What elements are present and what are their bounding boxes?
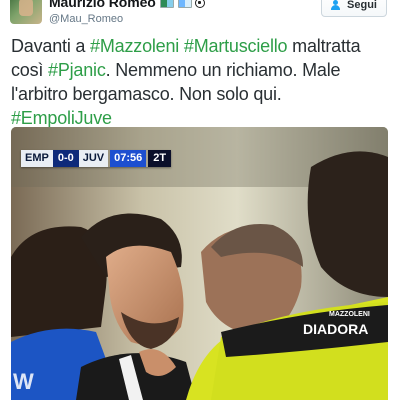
tweet-line: l'arbitro bergamasco. Non solo qui. xyxy=(11,82,396,106)
match-score: 0-0 xyxy=(52,150,79,167)
display-name[interactable]: Maurizio Romeo xyxy=(49,0,156,10)
user-names: Maurizio Romeo @Mau_Romeo xyxy=(49,0,205,25)
avatar[interactable] xyxy=(10,0,42,24)
tweet-line: Davanti a #Mazzoleni #Martusciello maltr… xyxy=(11,34,396,58)
match-clock: 07:56 xyxy=(110,150,147,167)
tweet-text-segment: Davanti a xyxy=(11,36,91,56)
tweet-line: così #Pjanic. Nemmeno un richiamo. Male xyxy=(11,58,396,82)
flag-icon xyxy=(177,0,192,8)
hashtag-link[interactable]: #EmpoliJuve xyxy=(11,108,112,128)
score-bug: EMP 0-0 JUV 07:56 2T xyxy=(21,150,172,167)
jersey-brand: DIADORA xyxy=(303,321,368,337)
tweet-header: Maurizio Romeo @Mau_Romeo Segui xyxy=(0,0,400,28)
flag-icon xyxy=(159,0,174,8)
hashtag-link[interactable]: #Mazzoleni xyxy=(90,36,179,56)
tweet-text-segment: l'arbitro bergamasco. Non solo qui. xyxy=(11,84,282,104)
hashtag-link[interactable]: #Martusciello xyxy=(184,36,288,56)
follow-button-label: Segui xyxy=(347,0,377,11)
left-player-shirt-mark: W xyxy=(13,369,34,394)
away-team: JUV xyxy=(78,150,109,167)
soccer-ball-icon xyxy=(194,0,205,8)
user-handle[interactable]: @Mau_Romeo xyxy=(49,13,205,25)
photo-scene: W MAZZOLENI DIADORA xyxy=(11,127,388,400)
tweet-text: Davanti a #Mazzoleni #Martusciello maltr… xyxy=(11,34,396,130)
follow-person-icon xyxy=(331,0,343,10)
tweet-text-segment: . Nemmeno un richiamo. Male xyxy=(105,60,341,80)
hashtag-link[interactable]: #Pjanic xyxy=(48,60,106,80)
tweet-photo[interactable]: W MAZZOLENI DIADORA EMP 0-0 JUV 07:56 2T xyxy=(11,127,388,400)
match-half: 2T xyxy=(148,150,172,167)
follow-button[interactable]: Segui xyxy=(321,0,387,17)
jersey-brand-small: MAZZOLENI xyxy=(329,311,370,318)
tweet-text-segment: maltratta xyxy=(287,36,361,56)
home-team: EMP xyxy=(21,150,53,167)
tweet-text-segment: così xyxy=(11,60,49,80)
